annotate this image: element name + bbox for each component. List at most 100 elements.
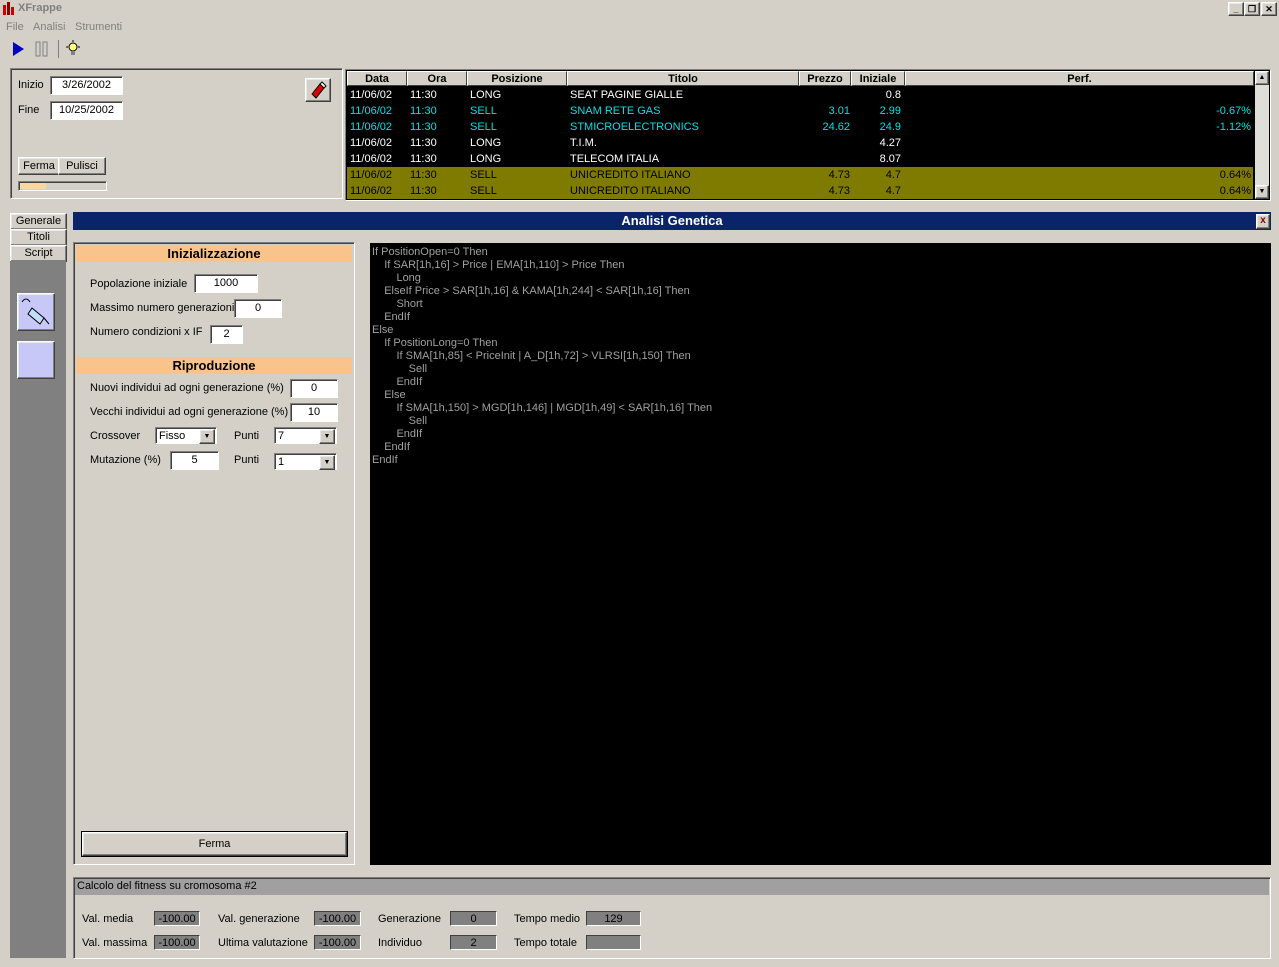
table-row[interactable]: 11/06/02 11:30 LONG TELECOM ITALIA 8.07: [347, 151, 1253, 167]
val-massima-label: Val. massima: [82, 937, 148, 949]
max-gen-field[interactable]: 0: [234, 299, 282, 318]
popolazione-label: Popolazione iniziale: [90, 278, 188, 290]
mutazione-field[interactable]: 5: [170, 451, 219, 470]
generazione-value: 0: [450, 911, 497, 926]
cell-ora: 11:30: [410, 137, 437, 149]
tab-generale[interactable]: Generale: [10, 213, 67, 230]
paint-tool-icon: [18, 298, 54, 333]
pause-icon[interactable]: [33, 40, 51, 58]
close-window-button[interactable]: ✕: [1261, 2, 1277, 16]
cell-data: 11/06/02: [350, 89, 393, 101]
cell-iniziale: 0.8: [885, 89, 901, 101]
tempo-totale-label: Tempo totale: [514, 937, 577, 949]
cell-posizione: LONG: [470, 89, 502, 101]
val-gen-value: -100.00: [314, 911, 361, 926]
chevron-down-icon[interactable]: ▼: [319, 455, 335, 470]
cell-titolo: SEAT PAGINE GIALLE: [570, 89, 684, 101]
col-data[interactable]: Data: [347, 71, 407, 86]
crossover-value: Fisso: [159, 430, 186, 442]
punti2-select[interactable]: 1 ▼: [274, 453, 337, 470]
table-row[interactable]: 11/06/02 11:30 SELL UNICREDITO ITALIANO 4.73…: [347, 183, 1253, 199]
repro-header: Riproduzione: [76, 357, 352, 374]
table-row[interactable]: 11/06/02 11:30 LONG SEAT PAGINE GIALLE 0.8: [347, 87, 1253, 103]
title-bar: XFrappe _ ❐ ✕: [0, 0, 1279, 18]
ferma-button[interactable]: Ferma: [81, 831, 348, 857]
init-header: Inizializzazione: [76, 245, 352, 262]
play-icon[interactable]: [9, 40, 27, 58]
tempo-medio-value: 129: [586, 911, 641, 926]
cell-data: 11/06/02: [350, 137, 393, 149]
menu-strumenti[interactable]: Strumenti: [75, 21, 122, 33]
punti1-value: 7: [278, 430, 285, 442]
cell-perf: -1.12%: [1216, 121, 1251, 133]
chevron-down-icon[interactable]: ▼: [319, 429, 335, 444]
col-ora[interactable]: Ora: [407, 71, 467, 86]
cell-titolo: T.I.M.: [570, 137, 597, 149]
generazione-label: Generazione: [378, 913, 441, 925]
individuo-value: 2: [450, 935, 497, 950]
vecchi-label: Vecchi individui ad ogni generazione (%): [90, 406, 289, 418]
cell-titolo: TELECOM ITALIA: [570, 153, 660, 165]
ultima-label: Ultima valutazione: [218, 937, 308, 949]
lightbulb-icon[interactable]: [64, 40, 82, 58]
num-cond-field[interactable]: 2: [210, 325, 243, 344]
panel-close-button[interactable]: x: [1256, 214, 1270, 229]
crossover-label: Crossover: [90, 430, 141, 442]
val-media-value: -100.00: [154, 911, 200, 926]
scroll-down-icon[interactable]: ▼: [1255, 185, 1269, 199]
cell-iniziale: 4.27: [879, 137, 901, 149]
blank-tool-button[interactable]: [17, 341, 55, 379]
inizio-label: Inizio: [18, 79, 44, 91]
menu-analisi[interactable]: Analisi: [33, 21, 65, 33]
max-gen-label: Massimo numero generazioni: [90, 302, 235, 314]
tab-titoli[interactable]: Titoli: [10, 229, 67, 246]
window-title: XFrappe: [18, 2, 63, 14]
ferma-top-button[interactable]: Ferma: [18, 157, 60, 175]
inizio-field[interactable]: 3/26/2002: [50, 76, 123, 95]
col-posizione[interactable]: Posizione: [467, 71, 567, 86]
cell-ora: 11:30: [410, 153, 437, 165]
eraser-button[interactable]: [305, 78, 331, 102]
ticker-scrollbar[interactable]: ▲ ▼: [1255, 71, 1269, 199]
panel-title: Analisi Genetica: [621, 213, 723, 228]
pulisci-button[interactable]: Pulisci: [58, 157, 106, 175]
nuovi-field[interactable]: 0: [290, 379, 338, 398]
cell-iniziale: 8.07: [879, 153, 901, 165]
ticker-table[interactable]: Data Ora Posizione Titolo Prezzo Inizial…: [345, 69, 1271, 201]
scroll-up-icon[interactable]: ▲: [1255, 71, 1269, 85]
cell-data: 11/06/02: [350, 153, 393, 165]
col-prezzo[interactable]: Prezzo: [799, 71, 851, 86]
popolazione-field[interactable]: 1000: [194, 274, 258, 293]
val-media-label: Val. media: [82, 913, 134, 925]
table-row[interactable]: 11/06/02 11:30 LONG T.I.M. 4.27: [347, 135, 1253, 151]
punti2-label: Punti: [234, 454, 260, 466]
progress-fill: [20, 183, 46, 189]
val-gen-label: Val. generazione: [218, 913, 300, 925]
col-titolo[interactable]: Titolo: [567, 71, 799, 86]
col-iniziale[interactable]: Iniziale: [851, 71, 905, 86]
table-row[interactable]: 11/06/02 11:30 SELL UNICREDITO ITALIANO 4.73…: [347, 167, 1253, 183]
minimize-button[interactable]: _: [1228, 2, 1244, 16]
cell-perf: -0.67%: [1216, 105, 1251, 117]
fine-label: Fine: [18, 104, 40, 116]
punti1-select[interactable]: 7 ▼: [274, 427, 337, 444]
script-code-view[interactable]: If PositionOpen=0 Then If SAR[1h,16] > P…: [370, 243, 1271, 865]
menu-file[interactable]: File: [6, 21, 24, 33]
tab-script[interactable]: Script: [10, 245, 67, 262]
chevron-down-icon[interactable]: ▼: [199, 429, 215, 444]
individuo-label: Individuo: [378, 937, 423, 949]
restore-button[interactable]: ❐: [1244, 2, 1260, 16]
col-perf[interactable]: Perf.: [905, 71, 1254, 86]
table-row[interactable]: 11/06/02 11:30 SELL STMICROELECTRONICS 24.62…: [347, 119, 1253, 135]
table-row[interactable]: 11/06/02 11:30 SELL SNAM RETE GAS 3.01 2.99 -0…: [347, 103, 1253, 119]
paint-tool-button[interactable]: [17, 293, 55, 331]
crossover-select[interactable]: Fisso ▼: [155, 427, 217, 444]
ultima-value: -100.00: [314, 935, 361, 950]
fine-field[interactable]: 10/25/2002: [50, 101, 123, 120]
vecchi-field[interactable]: 10: [290, 403, 338, 422]
cell-posizione: LONG: [470, 153, 502, 165]
tempo-totale-value: [586, 935, 641, 950]
mutazione-label: Mutazione (%): [90, 454, 161, 466]
cell-posizione: LONG: [470, 137, 502, 149]
punti1-label: Punti: [234, 430, 260, 442]
